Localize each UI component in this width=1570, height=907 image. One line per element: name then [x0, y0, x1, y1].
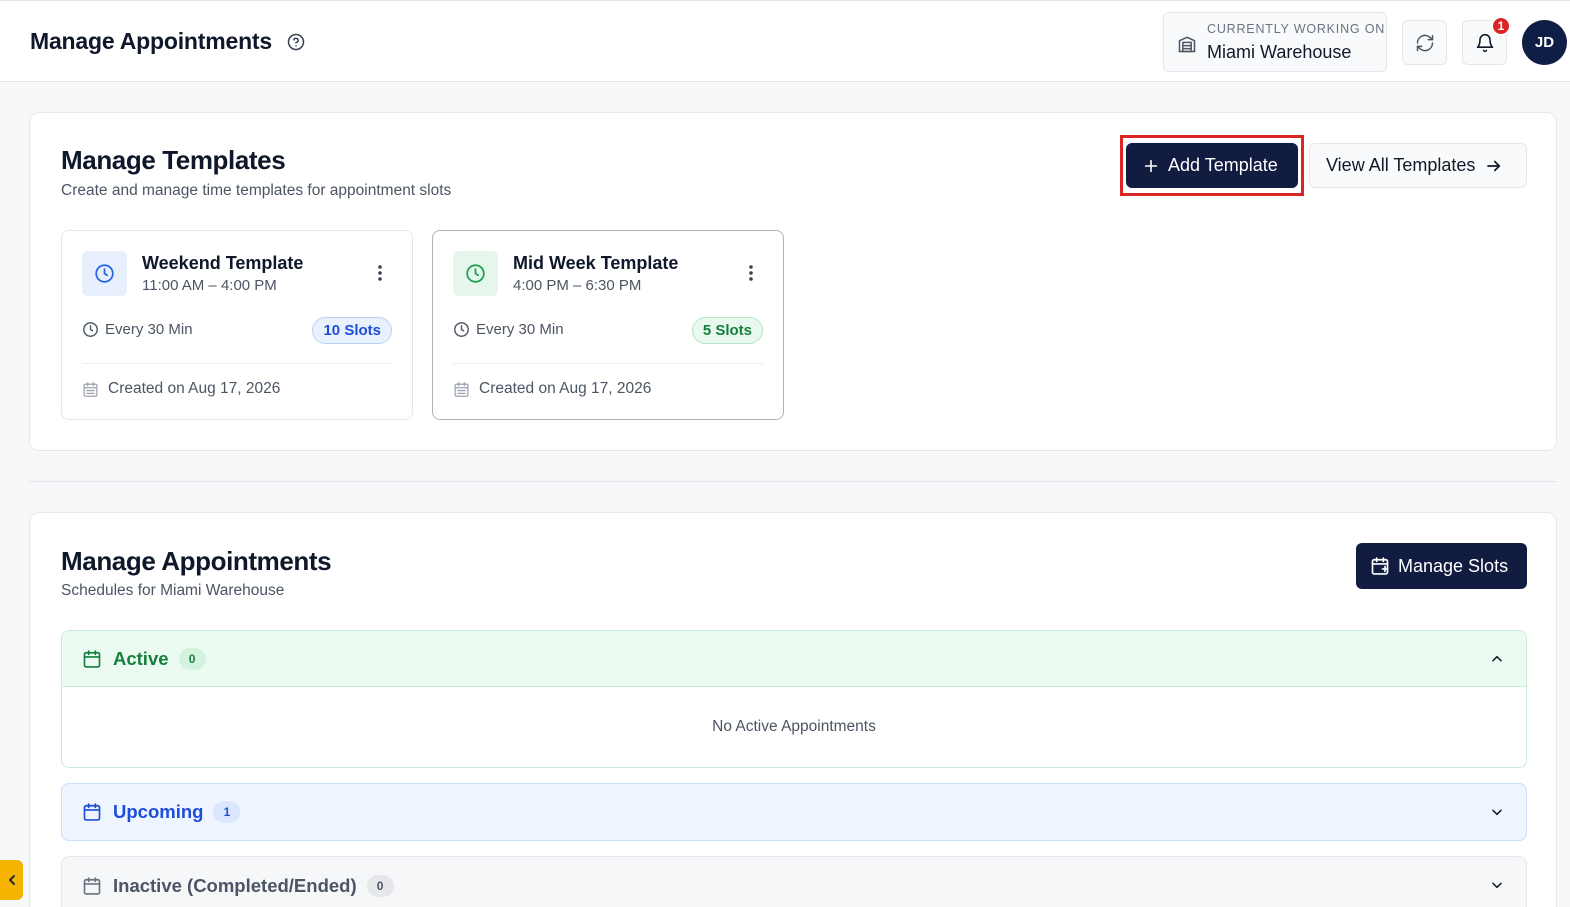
top-header: Manage Appointments CURRENTLY WORKING ON… — [0, 0, 1570, 82]
page-title: Manage Appointments — [30, 28, 272, 54]
active-group-header[interactable]: Active 0 — [62, 631, 1526, 687]
chevron-up-icon[interactable] — [1490, 652, 1504, 666]
refresh-button[interactable] — [1402, 20, 1447, 65]
calendar-icon — [82, 876, 102, 896]
plus-icon — [1143, 158, 1159, 174]
template-created: Created on Aug 17, 2026 — [82, 380, 280, 398]
calendar-icon — [82, 649, 102, 669]
chevron-left-icon — [7, 874, 17, 886]
group-title: Inactive (Completed/Ended) — [113, 875, 357, 896]
help-circle-icon[interactable] — [287, 33, 305, 51]
clock-icon — [82, 321, 99, 338]
inactive-group-header[interactable]: Inactive (Completed/Ended) 0 — [62, 857, 1526, 907]
active-group: Active 0 No Active Appointments — [61, 630, 1527, 768]
card-divider — [453, 363, 763, 364]
group-title: Upcoming — [113, 801, 204, 822]
templates-subtitle: Create and manage time templates for app… — [61, 182, 452, 199]
view-all-templates-button[interactable]: View All Templates — [1309, 143, 1527, 188]
clock-icon — [465, 263, 486, 284]
chevron-down-icon[interactable] — [1490, 805, 1504, 819]
template-frequency: Every 30 Min — [453, 321, 564, 338]
appointments-subtitle: Schedules for Miami Warehouse — [61, 582, 285, 599]
kebab-menu-icon[interactable] — [378, 265, 382, 281]
group-count-badge: 0 — [366, 875, 394, 897]
template-created: Created on Aug 17, 2026 — [453, 380, 651, 398]
empty-state: No Active Appointments — [62, 687, 1526, 767]
template-name: Mid Week Template — [513, 253, 679, 273]
calendar-icon — [82, 381, 99, 398]
notification-badge: 1 — [1491, 16, 1511, 36]
created-label: Created on Aug 17, 2026 — [108, 380, 281, 397]
sidebar-toggle-tab[interactable] — [0, 860, 23, 900]
template-frequency: Every 30 Min — [82, 321, 193, 338]
section-divider — [29, 481, 1557, 482]
clock-icon — [453, 321, 470, 338]
arrow-right-icon — [1485, 157, 1503, 175]
templates-section: Manage Templates Create and manage time … — [29, 112, 1557, 451]
workspace-label: CURRENTLY WORKING ON — [1207, 22, 1386, 36]
upcoming-group-header[interactable]: Upcoming 1 — [62, 784, 1526, 840]
manage-slots-button[interactable]: Manage Slots — [1356, 543, 1527, 589]
kebab-menu-icon[interactable] — [749, 265, 753, 281]
upcoming-group[interactable]: Upcoming 1 — [61, 783, 1527, 841]
calendar-icon — [453, 381, 470, 398]
clock-icon — [94, 263, 115, 284]
group-title: Active — [113, 647, 169, 669]
template-icon-badge — [453, 251, 498, 296]
add-template-label: Add Template — [1168, 155, 1278, 175]
template-time-range: 4:00 PM – 6:30 PM — [513, 277, 642, 294]
appointments-section: Manage Appointments Schedules for Miami … — [29, 512, 1557, 907]
group-count-badge: 1 — [213, 801, 241, 823]
avatar[interactable]: JD — [1522, 20, 1567, 65]
template-card-weekend[interactable]: Weekend Template 11:00 AM – 4:00 PM Ever… — [61, 230, 413, 420]
group-count-badge: 0 — [178, 647, 206, 670]
manage-slots-label: Manage Slots — [1398, 555, 1509, 576]
refresh-icon — [1415, 33, 1435, 53]
chevron-down-icon[interactable] — [1490, 878, 1504, 892]
templates-title: Manage Templates — [61, 145, 286, 175]
frequency-label: Every 30 Min — [476, 321, 564, 338]
template-name: Weekend Template — [142, 253, 304, 273]
workspace-value: Miami Warehouse — [1207, 42, 1352, 62]
template-time-range: 11:00 AM – 4:00 PM — [142, 277, 277, 294]
template-card-mid-week[interactable]: Mid Week Template 4:00 PM – 6:30 PM Ever… — [432, 230, 784, 420]
calendar-icon — [82, 802, 102, 822]
bell-icon — [1475, 33, 1495, 53]
inactive-group[interactable]: Inactive (Completed/Ended) 0 — [61, 856, 1527, 907]
workspace-selector[interactable]: CURRENTLY WORKING ON Miami Warehouse — [1163, 12, 1387, 72]
card-divider — [82, 363, 392, 364]
add-template-button[interactable]: Add Template — [1126, 143, 1298, 188]
appointments-title: Manage Appointments — [61, 546, 332, 576]
building-icon — [1177, 34, 1197, 54]
template-icon-badge — [82, 251, 127, 296]
slots-badge: 5 Slots — [691, 317, 763, 344]
calendar-plus-icon — [1370, 556, 1390, 576]
slots-badge: 10 Slots — [312, 317, 392, 344]
created-label: Created on Aug 17, 2026 — [479, 380, 652, 397]
view-all-label: View All Templates — [1326, 155, 1476, 175]
frequency-label: Every 30 Min — [105, 321, 193, 338]
